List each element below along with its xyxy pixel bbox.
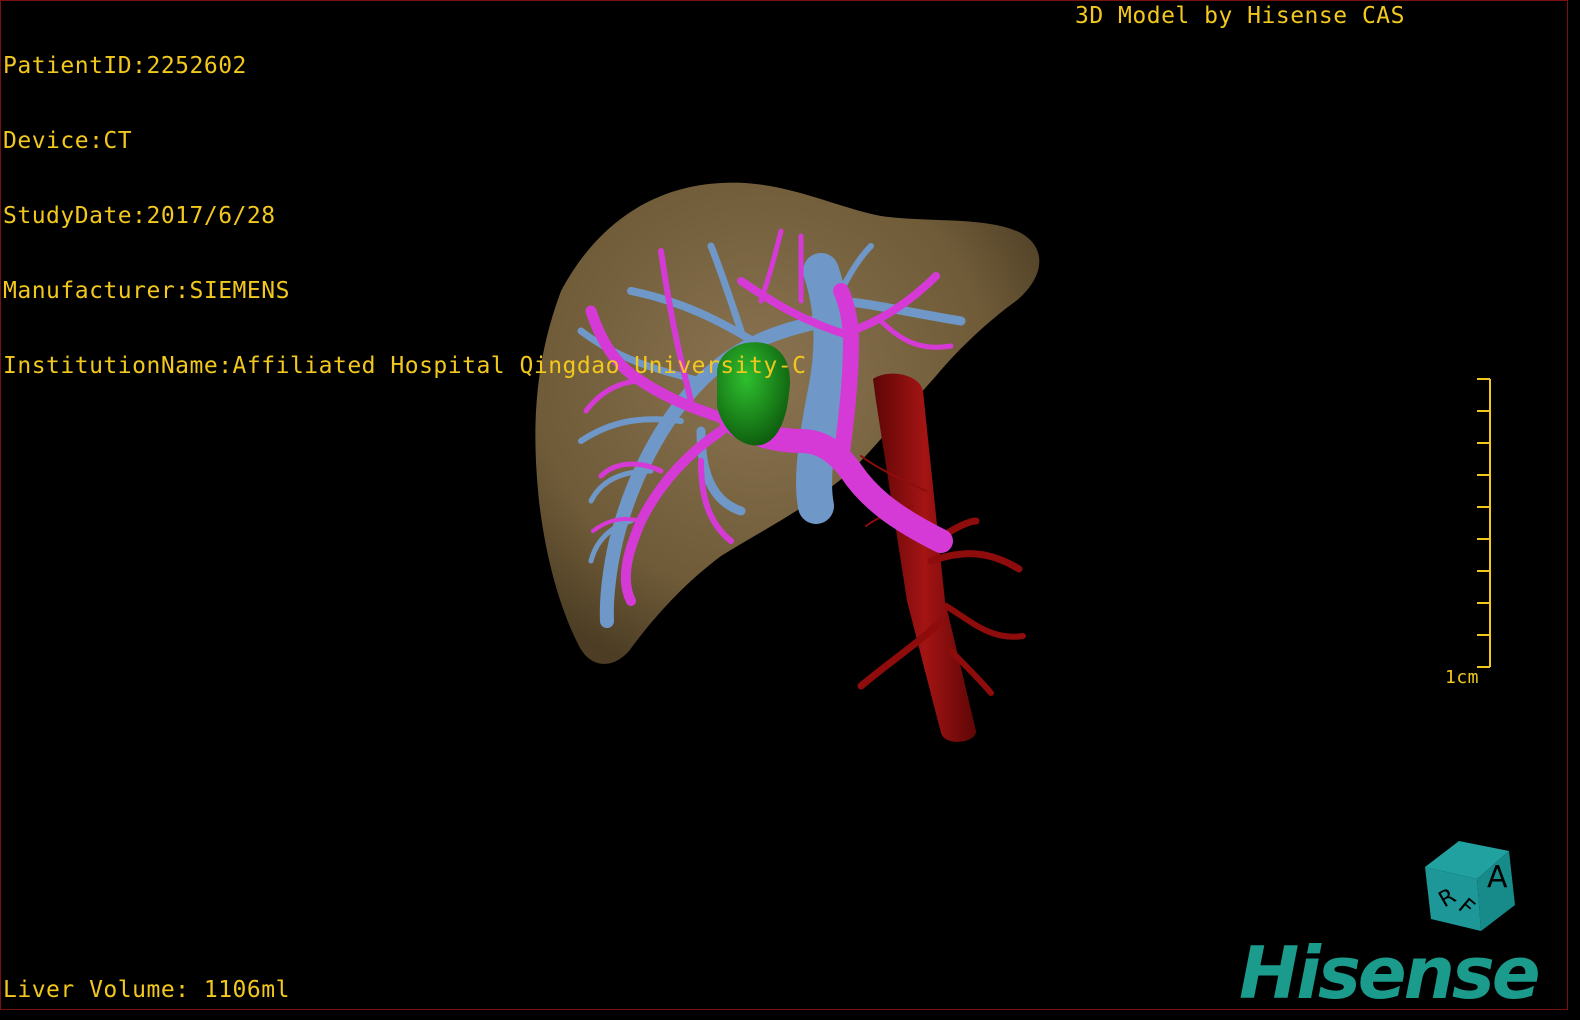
3d-viewport[interactable]: PatientID:2252602 Device:CT StudyDate:20…: [0, 0, 1568, 1010]
institution-text: InstitutionName:Affiliated Hospital Qing…: [3, 353, 807, 379]
scale-bar: [1477, 378, 1491, 668]
patient-info-overlay: PatientID:2252602 Device:CT StudyDate:20…: [3, 4, 806, 429]
manufacturer-text: Manufacturer:SIEMENS: [3, 278, 290, 304]
scale-bar-label: 1cm: [1445, 667, 1480, 688]
model-credit-text: 3D Model by Hisense CAS: [1075, 3, 1405, 29]
hisense-logo: Hisense: [1239, 931, 1541, 1010]
liver-volume-text: Liver Volume: 1106ml: [3, 977, 290, 1003]
cube-face-a: A: [1487, 860, 1508, 895]
study-date-text: StudyDate:2017/6/28: [3, 203, 276, 229]
patient-id-text: PatientID:2252602: [3, 53, 247, 79]
aorta: [873, 373, 977, 742]
orientation-cube[interactable]: A R F: [1419, 835, 1519, 935]
device-text: Device:CT: [3, 128, 133, 154]
